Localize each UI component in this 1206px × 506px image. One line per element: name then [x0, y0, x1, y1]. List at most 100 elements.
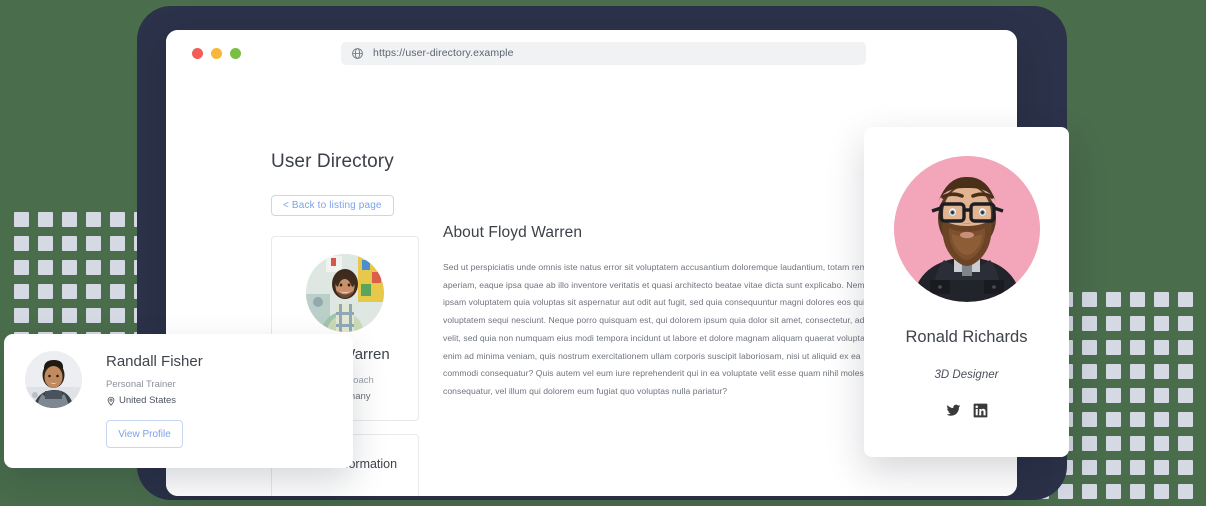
dot [14, 284, 29, 299]
floating-card-randall-fisher[interactable]: Randall Fisher Personal Trainer United S… [4, 334, 353, 468]
dot [14, 212, 29, 227]
dot [86, 308, 101, 323]
dot [1130, 460, 1145, 475]
dot [38, 260, 53, 275]
dot [110, 236, 125, 251]
dot [1178, 484, 1193, 499]
ronald-card-role: 3D Designer [935, 369, 999, 381]
dot [86, 236, 101, 251]
dot [1082, 484, 1097, 499]
dot [62, 212, 77, 227]
dot [1106, 316, 1121, 331]
back-to-listing-button[interactable]: < Back to listing page [271, 195, 394, 216]
dot [1154, 340, 1169, 355]
dot [110, 260, 125, 275]
maximize-window-button[interactable] [230, 48, 241, 59]
ronald-card-name: Ronald Richards [906, 328, 1028, 347]
dot [1106, 436, 1121, 451]
dot [1082, 436, 1097, 451]
dot [110, 284, 125, 299]
page-title: User Directory [271, 151, 394, 173]
dot [1082, 340, 1097, 355]
dot [1082, 412, 1097, 427]
randall-card-location: United States [106, 395, 203, 406]
floating-card-ronald-richards[interactable]: Ronald Richards 3D Designer [864, 127, 1069, 457]
dot [1082, 316, 1097, 331]
dot [1130, 340, 1145, 355]
dot [1130, 364, 1145, 379]
dot [1154, 388, 1169, 403]
dot [1154, 316, 1169, 331]
dot [62, 308, 77, 323]
dot [1106, 412, 1121, 427]
floyd-warren-avatar [306, 254, 384, 332]
dot [1106, 388, 1121, 403]
dot [38, 284, 53, 299]
dot [1082, 292, 1097, 307]
dot [38, 308, 53, 323]
window-traffic-lights [192, 48, 241, 59]
dot [1130, 316, 1145, 331]
minimize-window-button[interactable] [211, 48, 222, 59]
dot [62, 236, 77, 251]
about-body-text: Sed ut perspiciatis unde omnis iste natu… [443, 259, 895, 401]
linkedin-icon[interactable] [973, 403, 988, 418]
dot [1178, 388, 1193, 403]
dot [1082, 388, 1097, 403]
dot [1178, 364, 1193, 379]
twitter-icon[interactable] [946, 403, 961, 418]
dot [1178, 412, 1193, 427]
dot [1130, 388, 1145, 403]
dot [1130, 412, 1145, 427]
ronald-card-socials [946, 403, 988, 418]
dot [38, 212, 53, 227]
dot [86, 260, 101, 275]
randall-card-name: Randall Fisher [106, 353, 203, 370]
randall-card-role: Personal Trainer [106, 379, 203, 390]
dot [1106, 292, 1121, 307]
dot [1178, 316, 1193, 331]
dot [1178, 292, 1193, 307]
dot [62, 260, 77, 275]
view-profile-button[interactable]: View Profile [106, 420, 183, 448]
dot [38, 236, 53, 251]
dot [110, 212, 125, 227]
dot [14, 308, 29, 323]
dot [1082, 460, 1097, 475]
dot [1106, 340, 1121, 355]
ronald-richards-avatar [894, 156, 1040, 302]
dot [1130, 436, 1145, 451]
dot [14, 260, 29, 275]
dot [1106, 484, 1121, 499]
dot [1154, 412, 1169, 427]
about-section: About Floyd Warren Sed ut perspiciatis u… [443, 224, 895, 401]
address-bar-url: https://user-directory.example [373, 47, 514, 59]
address-bar[interactable]: https://user-directory.example [341, 42, 866, 65]
globe-icon [351, 47, 364, 60]
location-pin-icon [106, 396, 115, 405]
dot [1154, 292, 1169, 307]
close-window-button[interactable] [192, 48, 203, 59]
dot [86, 284, 101, 299]
browser-chrome-bar: https://user-directory.example [166, 30, 1017, 76]
dot [110, 308, 125, 323]
dot [1154, 364, 1169, 379]
dot [1178, 436, 1193, 451]
dot [62, 284, 77, 299]
dot [1106, 364, 1121, 379]
dot [86, 212, 101, 227]
about-heading: About Floyd Warren [443, 224, 895, 242]
randall-card-body: Randall Fisher Personal Trainer United S… [106, 351, 203, 468]
dot [1130, 484, 1145, 499]
dot [1178, 460, 1193, 475]
dot [14, 236, 29, 251]
dot [1154, 436, 1169, 451]
randall-card-location-text: United States [119, 395, 176, 406]
dot [1082, 364, 1097, 379]
dot [1154, 484, 1169, 499]
dot [1130, 292, 1145, 307]
dot [1178, 340, 1193, 355]
randall-fisher-avatar [25, 351, 82, 408]
dot [1106, 460, 1121, 475]
dot [1154, 460, 1169, 475]
